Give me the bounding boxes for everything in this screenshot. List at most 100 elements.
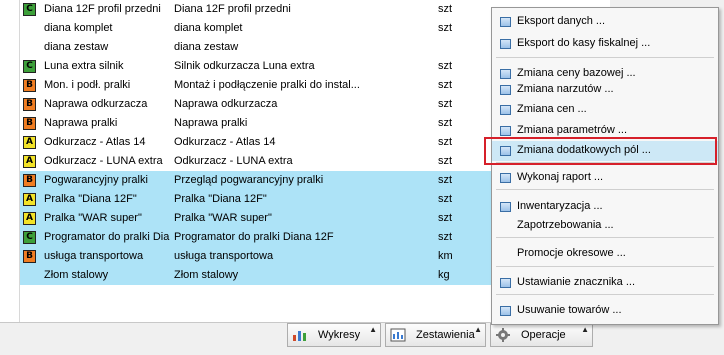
menu-item[interactable]: Wykonaj raport ... [492,168,718,188]
unit-cell: szt [438,136,453,148]
zestawienia-label: Zestawienia [416,329,475,341]
product-name-cell: Naprawa pralki [44,117,118,129]
category-badge: B [23,98,36,111]
menu-item-icon [500,173,511,183]
unit-cell: szt [438,117,453,129]
menu-item-icon [500,39,511,49]
menu-item-label: Eksport danych ... [517,15,606,27]
product-name-cell: Mon. i podł. pralki [44,79,131,91]
product-name-cell: Pogwarancyjny pralki [44,174,148,186]
product-name-cell: Złom stalowy [44,269,109,281]
menu-item-icon [500,306,511,316]
menu-item-label: Usuwanie towarów ... [517,304,622,316]
product-description-cell: Diana 12F profil przedni [174,3,291,15]
menu-item-label: Eksport do kasy fiskalnej ... [517,37,651,49]
menu-item[interactable]: Eksport danych ... [492,12,718,32]
menu-separator [496,189,714,190]
menu-item-label: Zmiana parametrów ... [517,124,628,136]
highlight-frame [484,137,717,165]
report-icon [390,328,406,342]
product-description-cell: Montaż i podłączenie pralki do instal... [174,79,360,91]
menu-item[interactable]: Zapotrzebowania ... [492,216,718,236]
menu-separator [496,294,714,295]
product-name-cell: Luna extra silnik [44,60,124,72]
menu-separator [496,266,714,267]
operacje-label: Operacje [521,329,566,341]
unit-cell: szt [438,212,453,224]
category-badge: B [23,174,36,187]
category-badge: A [23,136,36,149]
product-description-cell: Naprawa odkurzacza [174,98,278,110]
menu-item[interactable]: Ustawianie znacznika ... [492,273,718,293]
unit-cell: szt [438,22,453,34]
unit-cell: szt [438,98,453,110]
zestawienia-button[interactable]: Zestawienia ▲ [385,323,486,347]
menu-item-icon [500,278,511,288]
menu-item[interactable]: Promocje okresowe ... [492,244,718,264]
menu-item-label: Zapotrzebowania ... [517,219,614,231]
menu-item-icon [500,85,511,95]
product-name-cell: diana komplet [44,22,113,34]
unit-cell: szt [438,231,453,243]
menu-item-icon [500,17,511,27]
category-badge: B [23,117,36,130]
menu-item-label: Wykonaj raport ... [517,171,604,183]
unit-cell: szt [438,3,453,15]
product-description-cell: diana komplet [174,22,243,34]
category-badge: A [23,193,36,206]
unit-cell: szt [438,79,453,91]
chevron-up-icon: ▲ [369,325,377,334]
menu-separator [496,237,714,238]
product-name-cell: diana zestaw [44,41,109,53]
category-badge: B [23,250,36,263]
product-description-cell: diana zestaw [174,41,239,53]
unit-cell: km [438,250,453,262]
category-badge: C [23,60,36,73]
unit-cell: szt [438,60,453,72]
menu-item-label: Ustawianie znacznika ... [517,276,635,288]
row-indicator-column [0,0,20,322]
bottom-toolbar: Wykresy ▲ Zestawienia ▲ Operacje ▲ [0,322,610,355]
menu-separator [496,57,714,58]
menu-item-icon [500,105,511,115]
wykresy-button[interactable]: Wykresy ▲ [287,323,381,347]
menu-item-label: Inwentaryzacja ... [517,200,603,212]
category-badge: A [23,212,36,225]
product-description-cell: Odkurzacz - LUNA extra [174,155,293,167]
product-description-cell: usługa transportowa [174,250,274,262]
chart-icon [293,331,306,341]
product-name-cell: usługa transportowa [44,250,144,262]
product-description-cell: Pralka "WAR super" [174,212,272,224]
menu-item[interactable]: Eksport do kasy fiskalnej ... [492,34,718,54]
product-description-cell: Programator do pralki Diana 12F [174,231,334,243]
gear-icon [496,328,510,342]
product-name-cell: Naprawa odkurzacza [44,98,148,110]
unit-cell: szt [438,155,453,167]
product-description-cell: Przegląd pogwarancyjny pralki [174,174,324,186]
unit-cell: kg [438,269,450,281]
product-name-cell: Odkurzacz - LUNA extra [44,155,163,167]
menu-item-label: Zmiana ceny bazowej ... [517,67,636,79]
menu-item-label: Zmiana cen ... [517,103,587,115]
menu-item[interactable]: Usuwanie towarów ... [492,301,718,321]
product-name-cell: Odkurzacz - Atlas 14 [44,136,146,148]
menu-item-icon [500,69,511,79]
category-badge: C [23,3,36,16]
menu-item-label: Zmiana narzutów ... [517,83,614,95]
operacje-button[interactable]: Operacje ▲ [490,323,593,347]
category-badge: C [23,231,36,244]
menu-item[interactable]: Zmiana cen ... [492,100,718,120]
wykresy-label: Wykresy [318,329,361,341]
product-name-cell: Pralka "Diana 12F" [44,193,137,205]
menu-item[interactable]: Inwentaryzacja ... [492,197,718,217]
product-name-cell: Programator do pralki Dia [44,231,170,243]
unit-cell: szt [438,193,453,205]
product-name-cell: Diana 12F profil przedni [44,3,161,15]
product-name-cell: Pralka "WAR super" [44,212,142,224]
category-badge: A [23,155,36,168]
menu-item-label: Promocje okresowe ... [517,247,626,259]
menu-item-icon [500,202,511,212]
product-description-cell: Złom stalowy [174,269,239,281]
menu-item[interactable]: Zmiana narzutów ... [492,80,718,100]
category-badge: B [23,79,36,92]
